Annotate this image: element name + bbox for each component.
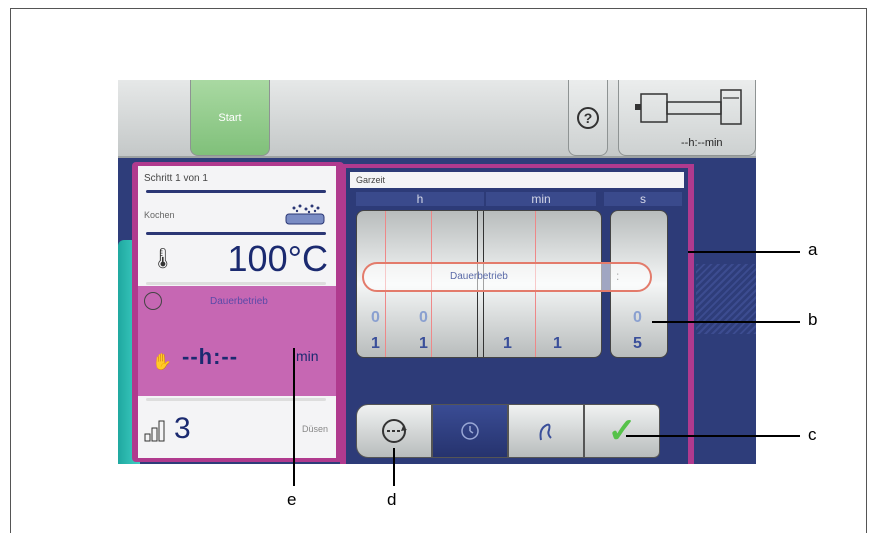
clock-icon xyxy=(461,422,479,440)
divider xyxy=(146,232,326,235)
callout-label-c: c xyxy=(808,425,817,444)
step-indicator: Schritt 1 von 1 xyxy=(144,173,208,184)
cooking-time-value: --h:-- xyxy=(182,344,239,369)
column-header-hours: h xyxy=(356,192,484,206)
machine-icon xyxy=(635,89,742,125)
level-row[interactable]: 3 Düsen xyxy=(138,404,336,458)
machine-time-readout: --h:--min xyxy=(681,137,723,149)
figure-frame-right xyxy=(866,8,867,533)
top-toolbar: Start ? --h:--min xyxy=(118,80,756,158)
probe-icon xyxy=(539,423,552,441)
hours-ones-next: 1 xyxy=(419,335,428,352)
check-icon: ✓ xyxy=(607,412,637,450)
temperature-value: 100°C xyxy=(227,238,328,279)
temperature-row[interactable]: 🌡 100°C xyxy=(138,236,336,280)
hatch-pattern xyxy=(696,264,756,334)
minutes-tens-next: 1 xyxy=(503,335,512,352)
selection-mode-text: Dauerbetrieb xyxy=(450,271,508,282)
cooking-time-row[interactable]: Dauerbetrieb ✋ --h:-- min xyxy=(138,286,336,396)
duration-mode-label: Dauerbetrieb xyxy=(210,296,268,307)
steam-pot-icon xyxy=(285,204,325,225)
cooking-mode-label: Kochen xyxy=(144,210,175,220)
hand-icon: ✋ xyxy=(152,354,172,371)
level-label: Düsen xyxy=(301,424,328,434)
start-button[interactable]: Start xyxy=(190,80,270,156)
machine-status-button[interactable]: --h:--min xyxy=(618,80,756,156)
callout-label-a: a xyxy=(808,240,818,259)
callout-label-e: e xyxy=(287,490,297,509)
figure-frame-left xyxy=(10,8,11,533)
help-button[interactable]: ? xyxy=(568,80,608,156)
hours-ones-digit: 0 xyxy=(419,309,428,326)
callout-label-b: b xyxy=(808,310,818,329)
editor-title: Garzeit xyxy=(350,172,684,188)
thermometer-icon: 🌡 xyxy=(150,248,176,270)
callout-line-a xyxy=(688,251,800,253)
callout-label-d: d xyxy=(387,490,397,509)
callout-line-c xyxy=(626,435,800,437)
duration-cycle-icon xyxy=(382,419,407,443)
column-header-minutes: min xyxy=(486,192,596,206)
figure-frame-top xyxy=(10,8,866,9)
device-screen: Start ? --h:--min Schritt 1 von 1 Kochen xyxy=(118,80,756,464)
divider xyxy=(146,282,326,285)
help-icon: ? xyxy=(577,106,599,129)
selection-colon: : xyxy=(616,269,620,283)
level-bars-icon xyxy=(144,420,165,442)
seconds-digit: 0 xyxy=(633,309,642,326)
hours-tens-next: 1 xyxy=(371,335,380,352)
cooking-time-unit: min xyxy=(296,348,319,364)
core-probe-button[interactable] xyxy=(508,404,584,458)
divider xyxy=(146,190,326,193)
divider xyxy=(146,398,326,401)
time-mode-toolbar: ✓ xyxy=(356,404,660,458)
callout-line-b xyxy=(652,321,800,323)
callout-line-e xyxy=(293,348,295,486)
minutes-ones-next: 1 xyxy=(553,335,562,352)
level-value: 3 xyxy=(174,412,191,445)
right-edge-strip xyxy=(696,164,756,464)
start-label: Start xyxy=(218,111,242,124)
hours-tens-digit: 0 xyxy=(371,309,380,326)
timer-mode-button[interactable] xyxy=(432,404,508,458)
confirm-button[interactable]: ✓ xyxy=(584,404,660,458)
callout-line-d xyxy=(393,448,395,486)
program-overview-panel: Schritt 1 von 1 Kochen 🌡 100°C Dauerbetr… xyxy=(132,162,344,462)
seconds-next: 5 xyxy=(633,335,642,352)
clock-icon xyxy=(144,292,162,310)
column-header-seconds: s xyxy=(604,192,682,206)
cooking-mode-row[interactable]: Kochen xyxy=(138,196,336,234)
cooking-time-editor-panel: Garzeit h min s 0 0 1 1 1 1 0 5 Dauerbet… xyxy=(340,164,694,464)
